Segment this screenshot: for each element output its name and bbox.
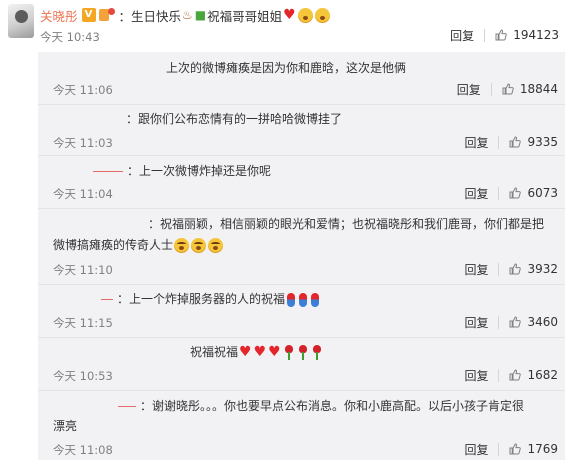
reply-button[interactable]: 回复 (464, 367, 488, 384)
repost-time: 今天 11:15 (53, 316, 113, 330)
thumbs-up-icon[interactable] (509, 316, 522, 328)
repost-actions: 回复 18844 (457, 81, 558, 97)
action-divider (498, 315, 500, 329)
action-divider (498, 186, 500, 200)
avatar[interactable] (8, 4, 34, 38)
repost-time: 今天 10:53 (53, 369, 113, 383)
repost-actions: 回复 1682 (464, 367, 558, 383)
repost-text-content: ：上一次微博炸掉还是你呢 (127, 164, 272, 178)
like-count: 9335 (527, 135, 558, 149)
repost-time: 今天 11:03 (53, 136, 113, 150)
reply-button[interactable]: 回复 (464, 441, 488, 458)
author-name[interactable]: 关晓彤 (40, 6, 78, 25)
list-item: ：谢谢晓彤。。。你也要早点公布消息。你和小鹿高配。以后小孩子肯定很 漂亮 今天 … (38, 391, 565, 460)
action-divider (498, 442, 500, 456)
redacted-name (118, 406, 136, 407)
capsule-icon (287, 292, 296, 307)
action-divider (490, 82, 492, 96)
thumbs-up-icon[interactable] (502, 83, 514, 95)
repost-text-content: ：上一个炸掉服务器的人的祝福 (117, 292, 286, 306)
rose-icon (298, 345, 308, 360)
thumbs-up-icon[interactable] (509, 263, 522, 275)
like-count: 3460 (527, 315, 558, 329)
heart-icon: ♥ (268, 344, 281, 360)
capsule-icon (311, 292, 320, 307)
list-item: ：祝福丽颖，相信丽颖的眼光和爱情；也祝福晓彤和我们鹿哥，你们都是把 微博搞瘫痪的… (38, 209, 565, 284)
repost-time: 今天 11:04 (53, 187, 113, 201)
repost-text: ：祝福丽颖，相信丽颖的眼光和爱情；也祝福晓彤和我们鹿哥，你们都是把 (148, 217, 545, 231)
repost-text-line2: 微博搞瘫痪的传奇人士 (53, 236, 224, 255)
repost-text-content: 微博搞瘫痪的传奇人士 (53, 238, 174, 252)
ribbon-icon (98, 8, 115, 22)
redacted-name (101, 299, 113, 300)
gift-icon: ■ (194, 8, 207, 22)
repost-time: 今天 11:10 (53, 263, 113, 277)
repost-text: 上次的微博瘫痪是因为你和鹿晗，这次是他俩 (166, 61, 407, 75)
action-divider (498, 262, 500, 276)
list-item: ：跟你们公布恋情有的一拼哈哈微博挂了 今天 11:03 回复 9335 (38, 105, 565, 155)
rose-icon (312, 345, 322, 360)
thumbs-up-icon[interactable] (509, 187, 522, 199)
repost-time: 今天 11:06 (53, 83, 113, 97)
repost-time: 今天 11:08 (53, 443, 113, 457)
laughing-face-icon (174, 238, 190, 253)
action-divider (498, 368, 500, 382)
main-post: 关晓彤 V ：生日快乐 ♨ ■ 祝福哥哥姐姐 ♥ 今天 10:43 回复 194… (0, 0, 565, 52)
heart-icon: ♥ (239, 344, 252, 360)
reply-button[interactable]: 回复 (464, 134, 488, 151)
like-count: 194123 (513, 28, 559, 42)
cake-icon: ♨ (182, 8, 193, 22)
reply-button[interactable]: 回复 (464, 261, 488, 278)
post-actions: 回复 194123 (450, 27, 559, 43)
list-item: 上次的微博瘫痪是因为你和鹿晗，这次是他俩 今天 11:06 回复 18844 (38, 52, 565, 104)
heart-icon: ♥ (283, 7, 296, 23)
post-time: 今天 10:43 (40, 30, 100, 44)
rose-icon (284, 345, 294, 360)
like-count: 1682 (527, 368, 558, 382)
repost-actions: 回复 3932 (464, 261, 558, 277)
reply-button[interactable]: 回复 (457, 81, 481, 98)
reply-button[interactable]: 回复 (450, 27, 474, 44)
list-item: ：上一次微博炸掉还是你呢 今天 11:04 回复 6073 (38, 156, 565, 208)
repost-list: 上次的微博瘫痪是因为你和鹿晗，这次是他俩 今天 11:06 回复 18844 ：… (38, 52, 565, 460)
repost-actions: 回复 1769 (464, 441, 558, 457)
repost-text: ：跟你们公布恋情有的一拼哈哈微博挂了 (126, 112, 343, 126)
repost-text-content: ：谢谢晓彤。。。你也要早点公布消息。你和小鹿高配。以后小孩子肯定很 (140, 399, 525, 413)
repost-text: 祝福祝福♥ ♥ ♥ (190, 343, 324, 362)
redacted-name (93, 171, 123, 172)
list-item: 祝福祝福♥ ♥ ♥ 今天 10:53 回复 1682 (38, 338, 565, 390)
main-post-line: 关晓彤 V ：生日快乐 ♨ ■ 祝福哥哥姐姐 ♥ (40, 6, 331, 24)
like-count: 3932 (527, 262, 558, 276)
repost-text-line2: 漂亮 (53, 419, 78, 433)
repost-text: ：上一个炸掉服务器的人的祝福 (101, 290, 321, 309)
thumbs-up-icon[interactable] (495, 29, 507, 41)
verified-v-icon: V (81, 8, 96, 22)
like-count: 6073 (527, 186, 558, 200)
repost-actions: 回复 6073 (464, 185, 558, 201)
like-count: 18844 (519, 82, 558, 96)
laughing-face-icon (208, 238, 224, 253)
repost-actions: 回复 3460 (464, 314, 558, 330)
heart-icon: ♥ (253, 344, 267, 360)
post-text-suffix: 祝福哥哥姐姐 (207, 8, 283, 24)
repost-text: ：上一次微博炸掉还是你呢 (93, 162, 271, 181)
list-item: ：上一个炸掉服务器的人的祝福 今天 11:15 回复 3460 (38, 285, 565, 337)
thumbs-up-icon[interactable] (509, 369, 522, 381)
repost-text: ：谢谢晓彤。。。你也要早点公布消息。你和小鹿高配。以后小孩子肯定很 (118, 397, 524, 416)
surprised-face-icon (297, 7, 313, 23)
action-divider (498, 135, 500, 149)
action-divider (484, 28, 486, 42)
reply-button[interactable]: 回复 (464, 314, 488, 331)
thumbs-up-icon[interactable] (509, 136, 522, 148)
laughing-face-icon (191, 238, 207, 253)
thumbs-up-icon[interactable] (509, 443, 522, 455)
post-text: ：生日快乐 (118, 8, 182, 24)
reply-button[interactable]: 回复 (464, 185, 488, 202)
repost-actions: 回复 9335 (464, 134, 558, 150)
repost-text-content: 祝福祝福 (190, 345, 239, 359)
surprised-face-icon (314, 7, 330, 23)
like-count: 1769 (527, 442, 558, 456)
capsule-icon (299, 292, 308, 307)
